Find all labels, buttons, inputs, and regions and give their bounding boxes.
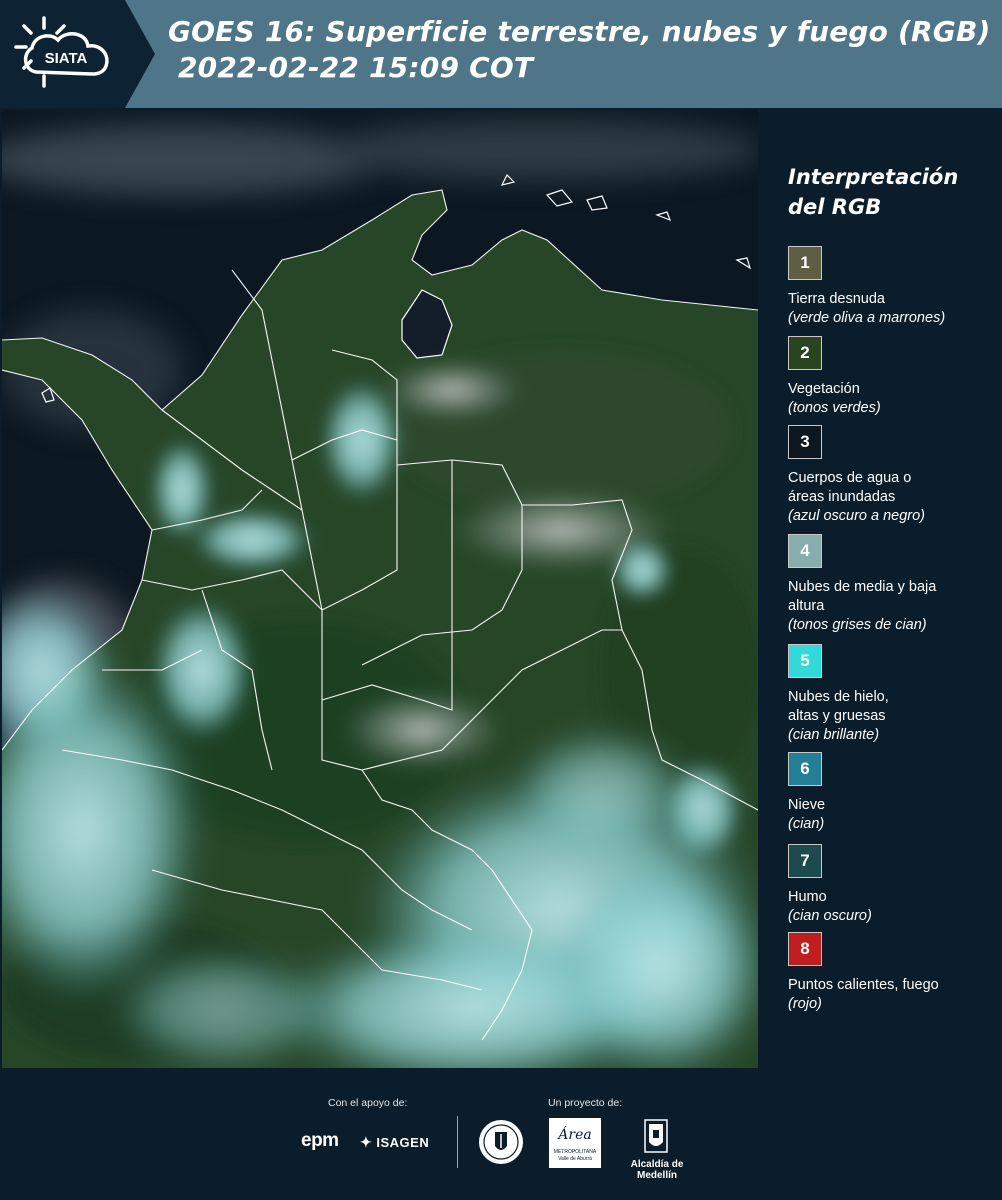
isagen-logo-text: ISAGEN: [376, 1135, 430, 1150]
legend-item-label: Tierra desnuda: [788, 291, 885, 307]
legend-item-hint: (cian oscuro): [788, 908, 872, 924]
isagen-mark-icon: ✦: [360, 1134, 373, 1150]
page-title: GOES 16: Superficie terrestre, nubes y f…: [168, 14, 991, 86]
legend-item-5: 5 Nubes de hielo, altas y gruesas (cian …: [788, 644, 998, 745]
legend-item-label: Puntos calientes, fuego: [788, 977, 939, 993]
legend-swatch: 1: [788, 246, 822, 280]
legend-swatch: 4: [788, 534, 822, 568]
epm-logo: epm: [301, 1130, 339, 1151]
legend-swatch: 7: [788, 844, 822, 878]
legend-item-4: 4 Nubes de media y baja altura (tonos gr…: [788, 534, 998, 635]
alcaldia-label: Alcaldía de Medellín: [630, 1159, 684, 1181]
legend-item-hint: (cian): [788, 816, 825, 832]
title-line-1: GOES 16: Superficie terrestre, nubes y f…: [168, 15, 991, 48]
legend-item-hint: (rojo): [788, 996, 822, 1012]
legend-item-label: Vegetación: [788, 381, 860, 397]
legend-panel: Interpretación del RGB 1 Tierra desnuda …: [760, 108, 1002, 1070]
area-metropolitana-logo: Área METROPOLITANA Valle de Aburrá: [549, 1118, 601, 1168]
footer-divider: [457, 1116, 458, 1168]
medellin-shield-icon: [644, 1119, 668, 1153]
area-logo-title: Área: [558, 1127, 592, 1143]
university-seal-icon: [479, 1120, 523, 1164]
legend-swatch: 8: [788, 932, 822, 966]
legend-item-hint: (azul oscuro a negro): [788, 508, 926, 524]
legend-item-hint: (tonos verdes): [788, 400, 881, 416]
siata-logo: SIATA: [14, 16, 109, 88]
legend-item-6: 6 Nieve (cian): [788, 752, 998, 834]
legend-swatch: 3: [788, 425, 822, 459]
alcaldia-logo: Alcaldía de Medellín: [610, 1118, 704, 1181]
legend-item-label: Cuerpos de agua o áreas inundadas: [788, 470, 912, 505]
legend-item-label: Nieve: [788, 797, 826, 813]
legend-item-8: 8 Puntos calientes, fuego (rojo): [788, 932, 998, 1014]
legend-swatch: 2: [788, 336, 822, 370]
header: SIATA GOES 16: Superficie terrestre, nub…: [0, 0, 1002, 108]
legend-item-1: 1 Tierra desnuda (verde oliva a marrones…: [788, 246, 998, 328]
footer: Con el apoyo de: Un proyecto de: epm ✦ I…: [0, 1070, 1002, 1200]
support-label: Con el apoyo de:: [328, 1097, 408, 1109]
svg-text:SIATA: SIATA: [45, 50, 88, 67]
title-line-2: 2022-02-22 15:09 COT: [178, 51, 534, 84]
legend-item-label: Humo: [788, 889, 827, 905]
project-label: Un proyecto de:: [548, 1097, 623, 1109]
area-logo-sub: METROPOLITANA: [553, 1149, 597, 1155]
legend-item-label: Nubes de media y baja altura: [788, 579, 937, 614]
satellite-map-image: [2, 110, 758, 1068]
legend-item-hint: (tonos grises de cian): [788, 617, 927, 633]
legend-item-hint: (cian brillante): [788, 727, 880, 743]
legend-swatch: 6: [788, 752, 822, 786]
legend-title: Interpretación del RGB: [788, 165, 959, 219]
legend-item-7: 7 Humo (cian oscuro): [788, 844, 998, 926]
legend-item-hint: (verde oliva a marrones): [788, 310, 946, 326]
legend-item-2: 2 Vegetación (tonos verdes): [788, 336, 998, 418]
satellite-map: [2, 110, 758, 1068]
legend-item-label: Nubes de hielo, altas y gruesas: [788, 689, 889, 724]
legend-item-3: 3 Cuerpos de agua o áreas inundadas (azu…: [788, 425, 998, 526]
legend-swatch: 5: [788, 644, 822, 678]
isagen-logo: ✦ ISAGEN: [360, 1134, 429, 1151]
area-logo-sub2: Valle de Aburrá: [558, 1156, 592, 1162]
